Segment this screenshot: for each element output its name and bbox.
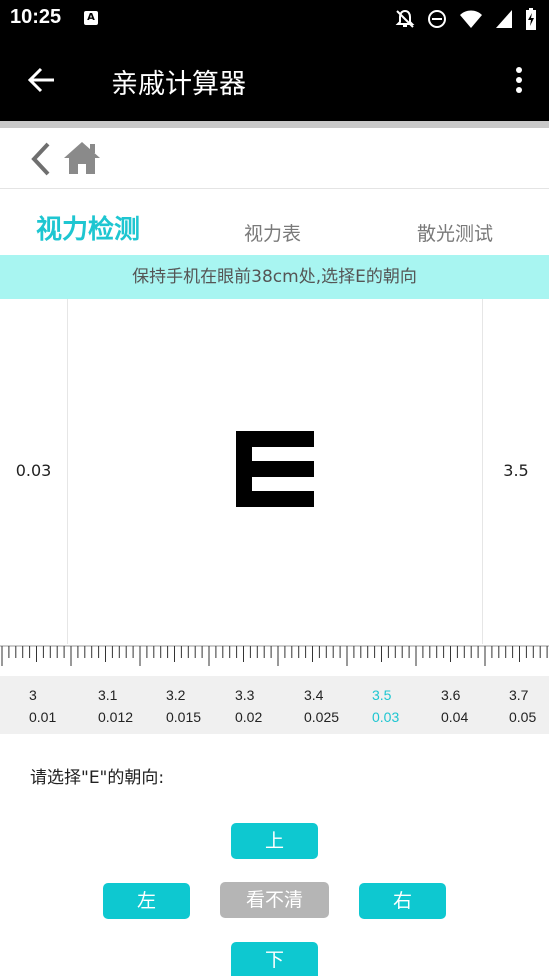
scale-logmar-label: 3.2 [166,687,186,703]
left-button[interactable]: 左 [103,883,190,919]
cannot-see-button[interactable]: 看不清 [220,882,329,918]
scale-logmar-label: 3.6 [441,687,461,703]
app-bar: 亲戚计算器 [0,38,549,121]
scale-item[interactable]: 3.4 0.025 [304,684,339,728]
scale-logmar-label: 3 [29,687,37,703]
status-bar: 10:25 A [0,0,549,38]
scale-logmar-label: 3.3 [235,687,255,703]
scale-ruler[interactable] [0,644,549,676]
secondary-nav [0,128,549,188]
down-button[interactable]: 下 [231,942,318,976]
scale-decimal-label: 0.012 [98,709,134,725]
decimal-acuity-value: 0.03 [15,461,52,480]
scale-item[interactable]: 3.3 0.02 [235,684,262,728]
tab-astigmatism-test[interactable]: 散光测试 [417,219,493,246]
up-button[interactable]: 上 [231,823,318,859]
toolbar-shadow [0,121,549,128]
scale-item[interactable]: 3.7 0.05 [509,684,536,728]
status-time: 10:25 [10,6,62,28]
scale-item[interactable]: 3.5 0.03 [372,684,399,728]
scale-decimal-label: 0.015 [166,709,202,725]
a-badge-icon: A [84,11,98,25]
ruler-ticks [0,645,549,666]
wifi-icon [460,10,482,28]
home-icon[interactable] [62,138,102,178]
tab-vision-chart[interactable]: 视力表 [244,219,301,246]
chevron-left-icon[interactable] [28,140,56,178]
scale-decimal-label: 0.05 [509,709,537,725]
scale-item[interactable]: 3.2 0.015 [166,684,201,728]
hint-banner: 保持手机在眼前38cm处,选择E的朝向 [0,255,549,299]
tumbling-e-optotype [236,431,314,507]
scale-decimal-label: 0.04 [441,709,469,725]
scale-item[interactable]: 3.6 0.04 [441,684,468,728]
do-not-disturb-icon [428,10,446,28]
tab-bar: 视力检测 视力表 散光测试 [0,189,549,255]
notification-off-icon [395,9,415,28]
logmar-acuity-value: 3.5 [503,461,529,480]
scale-item[interactable]: 3.1 0.012 [98,684,133,728]
battery-charging-icon [526,8,536,30]
scale-decimal-label: 0.03 [372,709,400,725]
right-button[interactable]: 右 [359,883,446,919]
scale-item[interactable]: 3 0.01 [29,684,56,728]
scale-decimal-label: 0.025 [304,709,340,725]
scale-decimal-label: 0.01 [29,709,57,725]
status-icons [395,8,537,30]
scale-logmar-label: 3.5 [372,687,392,703]
direction-prompt: 请选择"E"的朝向: [30,768,165,788]
scale-labels[interactable]: 3 0.01 3.1 0.012 3.2 0.015 3.3 0.02 3.4 0.025 3.5 0… [0,676,549,734]
arrow-left-icon[interactable] [22,60,62,100]
divider-left [67,299,68,644]
scale-logmar-label: 3.1 [98,687,118,703]
scale-decimal-label: 0.02 [235,709,263,725]
signal-icon [496,10,512,28]
test-area: 0.03 3.5 [0,299,549,644]
scale-logmar-label: 3.4 [304,687,324,703]
scale-logmar-label: 3.7 [509,687,529,703]
app-title: 亲戚计算器 [111,69,246,100]
tab-vision-test[interactable]: 视力检测 [36,209,140,246]
more-vertical-icon[interactable] [507,64,531,96]
